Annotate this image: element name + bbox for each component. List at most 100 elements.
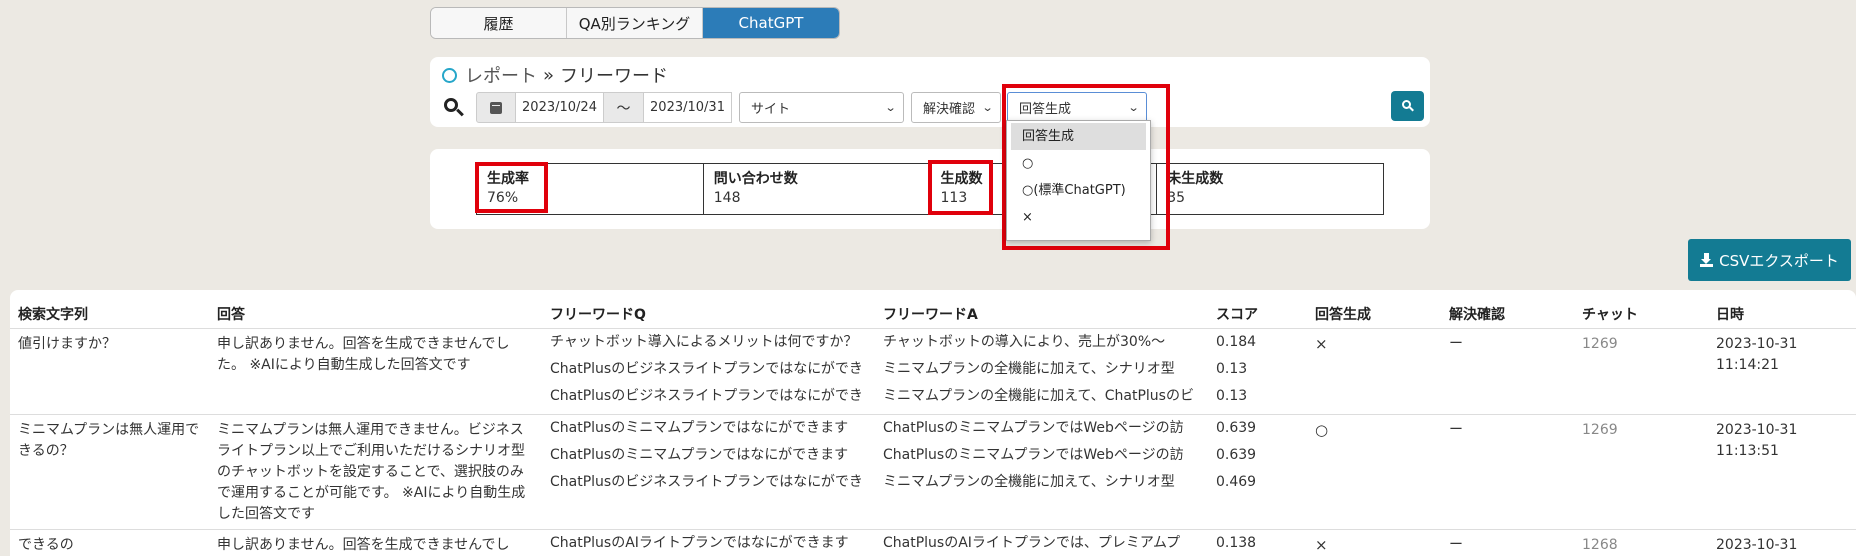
results-panel: 検索文字列 回答 フリーワードQ フリーワードA スコア 回答生成 解決確認 チ…	[10, 290, 1856, 556]
answer-generation-select-value: 回答生成	[1019, 102, 1072, 117]
date-text: 2023-10-31	[1716, 422, 1798, 438]
tab-history[interactable]: 履歴	[431, 8, 567, 38]
dropdown-option[interactable]: ○	[1007, 150, 1150, 177]
results-table: 検索文字列 回答 フリーワードQ フリーワードA スコア 回答生成 解決確認 チ…	[10, 298, 1856, 556]
site-select[interactable]: サイト ⌄	[739, 92, 904, 123]
score-cell: 0.184 0.13 0.13	[1208, 328, 1307, 415]
query-cell: 値引けますか？	[10, 328, 209, 415]
freeword-a-cell: ChatPlusのミニマムプランではWebページの訪 ChatPlusのミニマム…	[875, 414, 1208, 530]
chevron-down-icon: ⌄	[1127, 101, 1140, 114]
resolved-cell: ー	[1441, 529, 1574, 556]
tab-qa-ranking[interactable]: QA別ランキング	[567, 8, 703, 38]
column-header: フリーワードQ	[542, 298, 875, 329]
resolve-select[interactable]: 解決確認 ⌄	[911, 92, 1001, 123]
stat-generation-rate: 生成率 76%	[477, 164, 704, 214]
date-from-input[interactable]: 2023/10/24	[516, 92, 604, 123]
search-filters: 2023/10/24 ～ 2023/10/31 サイト ⌄ 解決確認 ⌄ 回答生…	[442, 92, 1147, 123]
freeword-q-cell: ChatPlusのミニマムプランではなにができます ChatPlusのミニマムプ…	[542, 414, 875, 530]
score: 0.639	[1216, 447, 1257, 463]
freeword-a: ChatPlusのAIライトプランでは、プレミアムプ	[883, 535, 1181, 551]
table-row: できるの 申し訳ありません。回答を生成できませんでし ChatPlusのAIライ…	[10, 529, 1856, 556]
chat-link[interactable]: 1269	[1574, 414, 1708, 530]
table-header-row: 検索文字列 回答 フリーワードQ フリーワードA スコア 回答生成 解決確認 チ…	[10, 298, 1856, 329]
stat-value: 76%	[487, 190, 519, 206]
resolved-cell: ー	[1441, 414, 1574, 530]
date-to-input[interactable]: 2023/10/31	[644, 92, 732, 123]
search-panel: レポート » フリーワード 2023/10/24 ～ 2023/10/31 サイ…	[430, 57, 1430, 127]
date-range-separator: ～	[604, 92, 644, 123]
answer-cell: ミニマムプランは無人運用できません。ビジネスライトプラン以上でご利用いただけるシ…	[209, 414, 542, 530]
calendar-icon	[490, 101, 502, 114]
download-icon	[1700, 253, 1714, 267]
time-text: 11:13:51	[1716, 443, 1779, 459]
column-header: 解決確認	[1441, 298, 1574, 329]
freeword-q: ChatPlusのビジネスライトプランではなにができ	[550, 361, 863, 377]
stat-value: 148	[713, 190, 741, 206]
score: 0.138	[1216, 535, 1257, 551]
stat-not-generated: 未生成数 35	[1157, 164, 1383, 214]
breadcrumb-separator: »	[543, 64, 555, 86]
column-header: 検索文字列	[10, 298, 209, 329]
stat-inquiries: 問い合わせ数 148	[704, 164, 931, 214]
site-select-value: サイト	[751, 102, 791, 117]
csv-export-button[interactable]: CSVエクスポート	[1688, 239, 1851, 281]
freeword-a: チャットボットの導入により、売上が30%～	[883, 334, 1166, 350]
column-header: 回答	[209, 298, 542, 329]
generated-cell: ×	[1307, 328, 1441, 415]
column-header: スコア	[1208, 298, 1307, 329]
freeword-a-cell: ChatPlusのAIライトプランでは、プレミアムプ	[875, 529, 1208, 556]
table-row: 値引けますか？ 申し訳ありません。回答を生成できませんでした。 ※AIにより自動…	[10, 328, 1856, 415]
dropdown-option[interactable]: ×	[1007, 204, 1150, 231]
query-cell: できるの	[10, 529, 209, 556]
dropdown-option[interactable]: 回答生成	[1011, 123, 1146, 150]
score: 0.184	[1216, 334, 1257, 350]
resolved-cell: ー	[1441, 328, 1574, 415]
column-header: チャット	[1574, 298, 1708, 329]
freeword-q-cell: チャットボット導入によるメリットは何ですか？ ChatPlusのビジネスライトプ…	[542, 328, 875, 415]
circle-icon	[442, 67, 457, 83]
score: 0.13	[1216, 388, 1248, 404]
generated-cell: ×	[1307, 529, 1441, 556]
stats-table: 生成率 76% 問い合わせ数 148 生成数 113 未生成数 35	[476, 163, 1384, 215]
tab-chatgpt[interactable]: ChatGPT	[703, 8, 839, 38]
date-text: 2023-10-31	[1716, 537, 1798, 553]
freeword-q: ChatPlusのミニマムプランではなにができます	[550, 420, 849, 436]
score: 0.469	[1216, 474, 1257, 490]
stat-label: 未生成数	[1167, 171, 1224, 187]
search-icon	[1401, 100, 1414, 112]
freeword-q-cell: ChatPlusのAIライトプランではなにができます	[542, 529, 875, 556]
freeword-q: ChatPlusのAIライトプランではなにができます	[550, 535, 849, 551]
resolve-select-value: 解決確認	[923, 102, 976, 117]
stat-value: 35	[1167, 190, 1186, 206]
answer-cell: 申し訳ありません。回答を生成できませんでし	[209, 529, 542, 556]
chevron-down-icon: ⌄	[884, 101, 897, 114]
date-cell: 2023-10-31 11:14:21	[1708, 328, 1856, 415]
answer-generation-select[interactable]: 回答生成 ⌄	[1007, 92, 1147, 123]
chat-link[interactable]: 1268	[1574, 529, 1708, 556]
freeword-a: ミニマムプランの全機能に加えて、シナリオ型	[883, 474, 1175, 490]
csv-export-label: CSVエクスポート	[1719, 251, 1839, 270]
date-cell: 2023-10-31	[1708, 529, 1856, 556]
score: 0.13	[1216, 361, 1248, 377]
search-button[interactable]	[1391, 91, 1424, 121]
view-tabs: 履歴 QA別ランキング ChatGPT	[430, 7, 840, 39]
query-cell: ミニマムプランは無人運用できるの？	[10, 414, 209, 530]
time-text: 11:14:21	[1716, 357, 1779, 373]
chevron-down-icon: ⌄	[981, 101, 994, 114]
chat-link[interactable]: 1269	[1574, 328, 1708, 415]
breadcrumb: レポート » フリーワード	[442, 62, 668, 88]
stat-label: 問い合わせ数	[713, 171, 798, 187]
column-header: 日時	[1708, 298, 1856, 329]
freeword-a: ミニマムプランの全機能に加えて、ChatPlusのビ	[883, 388, 1194, 404]
dropdown-option[interactable]: ○(標準ChatGPT)	[1007, 177, 1150, 204]
freeword-a: ミニマムプランの全機能に加えて、シナリオ型	[883, 361, 1175, 377]
generated-cell: ○	[1307, 414, 1441, 530]
freeword-q: ChatPlusのビジネスライトプランではなにができ	[550, 388, 863, 404]
freeword-a: ChatPlusのミニマムプランではWebページの訪	[883, 420, 1184, 436]
score-cell: 0.639 0.639 0.469	[1208, 414, 1307, 530]
breadcrumb-parent[interactable]: レポート	[465, 62, 537, 88]
column-header: 回答生成	[1307, 298, 1441, 329]
freeword-q: ChatPlusのビジネスライトプランではなにができ	[550, 474, 863, 490]
calendar-button[interactable]	[476, 92, 516, 123]
breadcrumb-current: フリーワード	[560, 66, 669, 87]
